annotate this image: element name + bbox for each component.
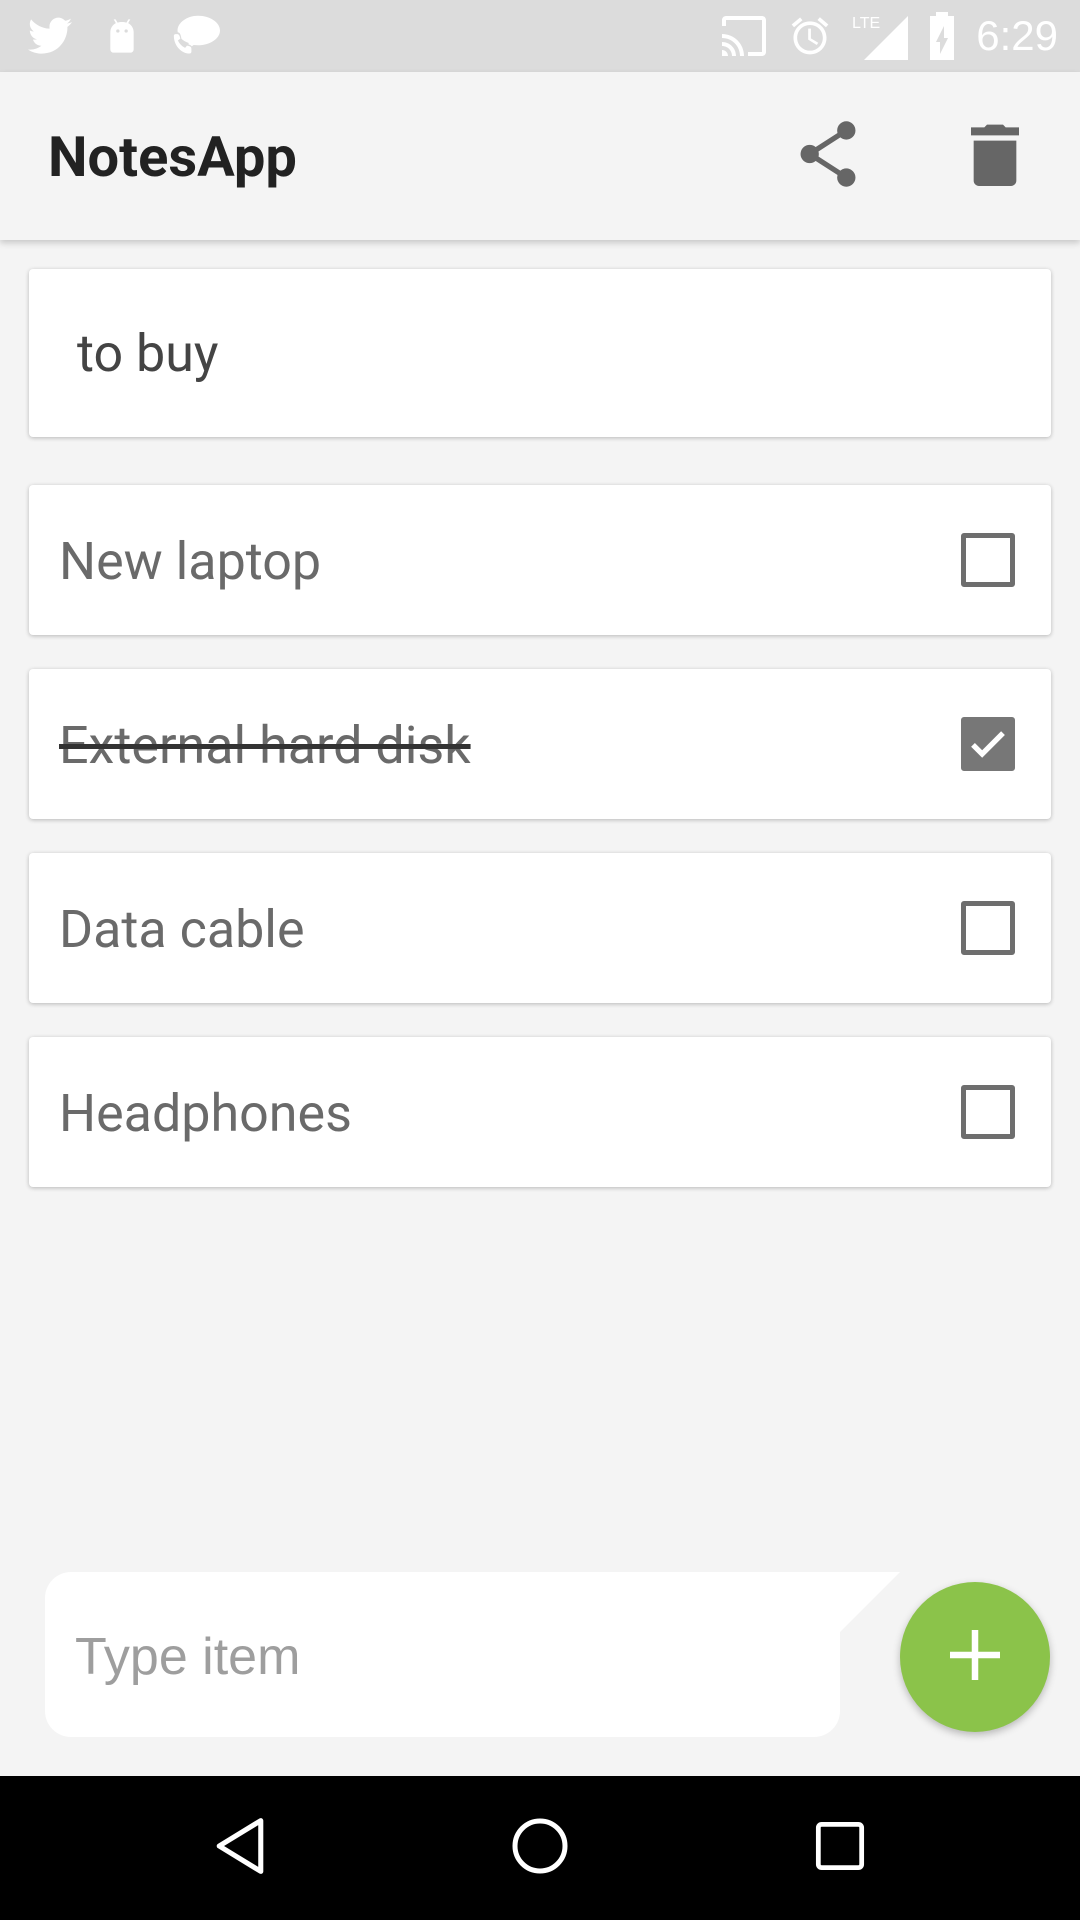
lte-label: LTE xyxy=(852,15,880,32)
app-bar: NotesApp xyxy=(0,72,1080,240)
twitter-icon xyxy=(28,17,72,55)
system-icons: LTE 6:29 xyxy=(720,10,1058,62)
list-item[interactable]: New laptop xyxy=(29,485,1051,635)
lte-signal-icon: LTE xyxy=(852,12,909,60)
share-button[interactable] xyxy=(788,116,868,196)
android-icon xyxy=(102,16,142,56)
list-item-checkbox[interactable] xyxy=(961,1085,1015,1139)
home-icon xyxy=(510,1816,570,1880)
phone-chat-icon xyxy=(172,15,220,57)
page-title: NotesApp xyxy=(48,124,297,190)
new-item-bubble xyxy=(45,1572,840,1737)
note-title[interactable]: to buy xyxy=(77,323,219,384)
back-icon xyxy=(212,1816,268,1880)
checkmark-icon xyxy=(971,731,1005,758)
list-item-label: External hard disk xyxy=(59,715,471,776)
new-item-input[interactable] xyxy=(75,1622,815,1692)
bubble-tail xyxy=(840,1572,900,1632)
list-item-checkbox[interactable] xyxy=(961,717,1015,771)
list-item-label: Headphones xyxy=(59,1083,352,1144)
notification-icons xyxy=(28,10,220,62)
share-icon xyxy=(796,120,860,192)
status-bar: LTE 6:29 xyxy=(0,0,1080,72)
recent-apps-button[interactable] xyxy=(800,1808,880,1888)
clock: 6:29 xyxy=(976,12,1058,59)
list-item-checkbox[interactable] xyxy=(961,901,1015,955)
note-title-card[interactable]: to buy xyxy=(29,269,1051,437)
plus-icon xyxy=(945,1625,1005,1689)
navigation-bar xyxy=(0,1776,1080,1920)
alarm-icon xyxy=(788,14,832,58)
new-item-composer xyxy=(45,1572,900,1737)
home-button[interactable] xyxy=(500,1808,580,1888)
recent-apps-icon xyxy=(814,1820,866,1876)
list-item-label: Data cable xyxy=(59,899,305,960)
list-item[interactable]: Data cable xyxy=(29,853,1051,1003)
cast-icon xyxy=(720,16,768,56)
delete-icon xyxy=(971,122,1019,190)
list-item[interactable]: Headphones xyxy=(29,1037,1051,1187)
add-item-button[interactable] xyxy=(900,1582,1050,1732)
list-item-label: New laptop xyxy=(59,531,322,592)
list-item[interactable]: External hard disk xyxy=(29,669,1051,819)
list-item-checkbox[interactable] xyxy=(961,533,1015,587)
delete-button[interactable] xyxy=(955,116,1035,196)
back-button[interactable] xyxy=(200,1808,280,1888)
battery-charging-icon xyxy=(928,12,956,60)
